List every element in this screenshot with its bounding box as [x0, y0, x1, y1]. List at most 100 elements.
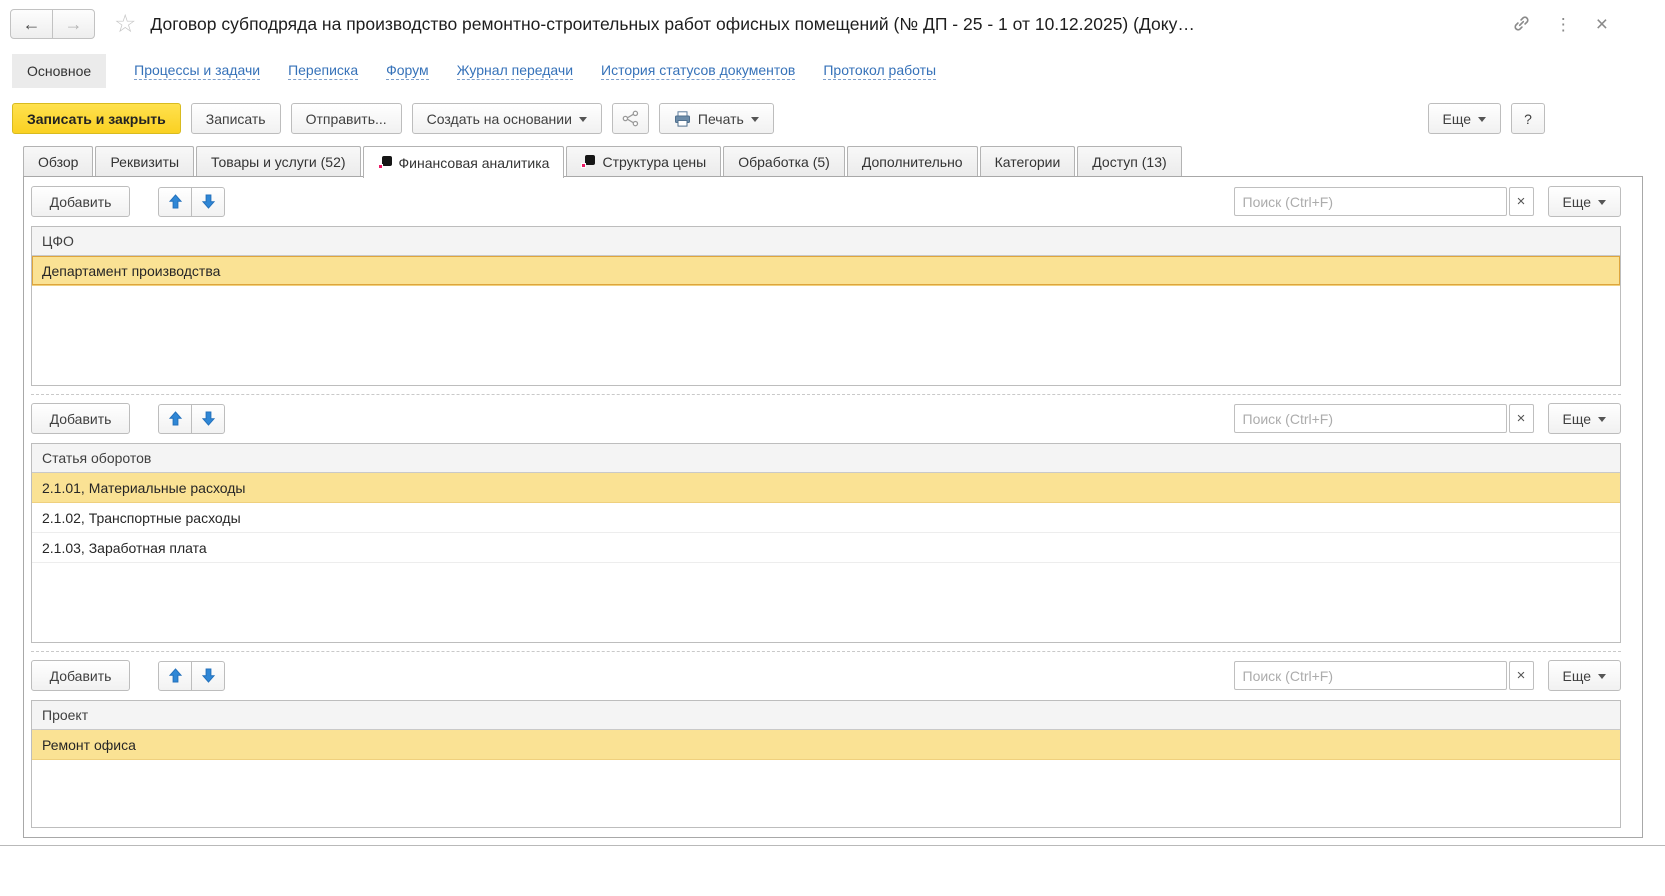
tab-label: Обзор	[38, 154, 78, 170]
forward-button[interactable]: →	[52, 9, 95, 39]
more-label: Еще	[1563, 668, 1592, 684]
page-title: Договор субподряда на производство ремон…	[150, 14, 1194, 35]
chevron-down-icon	[579, 117, 587, 122]
tab-price-structure[interactable]: Структура цены	[566, 146, 721, 176]
tab-label: Структура цены	[602, 154, 706, 170]
search-input[interactable]	[1234, 187, 1507, 216]
back-button[interactable]: ←	[10, 9, 53, 39]
nav-item-correspondence[interactable]: Переписка	[288, 62, 358, 80]
tab-requisites[interactable]: Реквизиты	[95, 146, 194, 176]
print-button[interactable]: Печать	[659, 103, 774, 134]
arrow-down-icon	[202, 194, 215, 209]
create-based-on-button[interactable]: Создать на основании	[412, 103, 602, 134]
cfo-toolbar: Добавить × Еще	[31, 186, 1621, 217]
move-up-button[interactable]	[158, 187, 192, 217]
nav-item-transfer-log[interactable]: Журнал передачи	[457, 62, 573, 80]
kebab-menu-icon[interactable]: ⋮	[1555, 16, 1572, 33]
add-button[interactable]: Добавить	[31, 660, 130, 691]
clear-search-button[interactable]: ×	[1509, 187, 1534, 216]
search-input[interactable]	[1234, 661, 1507, 690]
more-button[interactable]: Еще	[1428, 103, 1502, 134]
move-buttons	[158, 661, 225, 691]
clear-search-button[interactable]: ×	[1509, 404, 1534, 433]
nav-item-forum[interactable]: Форум	[386, 62, 429, 80]
nav-item-status-history[interactable]: История статусов документов	[601, 62, 795, 80]
nav-item-work-protocol[interactable]: Протокол работы	[823, 62, 936, 80]
move-down-button[interactable]	[191, 661, 225, 691]
favorite-star-icon[interactable]: ☆	[114, 12, 136, 37]
send-button[interactable]: Отправить...	[291, 103, 402, 134]
table-row[interactable]: 2.1.02, Транспортные расходы	[32, 503, 1620, 533]
tab-categories[interactable]: Категории	[980, 146, 1076, 176]
search-input[interactable]	[1234, 404, 1507, 433]
command-bar: Записать и закрыть Записать Отправить...…	[12, 103, 1545, 134]
more-label: Еще	[1443, 111, 1472, 127]
tab-goods-services[interactable]: Товары и услуги (52)	[196, 146, 360, 176]
move-up-button[interactable]	[158, 661, 192, 691]
project-table[interactable]: Проект Ремонт офиса	[31, 700, 1621, 828]
chevron-down-icon	[751, 117, 759, 122]
save-and-close-button[interactable]: Записать и закрыть	[12, 103, 181, 134]
move-buttons	[158, 187, 225, 217]
more-label: Еще	[1563, 194, 1592, 210]
add-button[interactable]: Добавить	[31, 186, 130, 217]
share-icon	[622, 110, 639, 127]
search-group: × Еще	[1234, 186, 1622, 217]
move-down-button[interactable]	[191, 187, 225, 217]
document-tabs: Обзор Реквизиты Товары и услуги (52) Фин…	[23, 146, 1184, 178]
clear-search-button[interactable]: ×	[1509, 661, 1534, 690]
arrow-down-icon	[202, 411, 215, 426]
window-titlebar: ← → ☆ Договор субподряда на производство…	[10, 6, 1658, 42]
help-button[interactable]: ?	[1511, 103, 1545, 134]
forward-arrow-icon: →	[65, 14, 83, 35]
tab-financial-analytics[interactable]: Финансовая аналитика	[363, 146, 565, 178]
table-part-icon	[378, 156, 392, 169]
section-more-button[interactable]: Еще	[1548, 186, 1622, 217]
table-row[interactable]: Ремонт офиса	[32, 730, 1620, 760]
tab-processing[interactable]: Обработка (5)	[723, 146, 845, 176]
tab-label: Обработка (5)	[738, 154, 830, 170]
search-group: × Еще	[1234, 403, 1622, 434]
column-header-cfo[interactable]: ЦФО	[32, 227, 1620, 256]
tab-label: Категории	[995, 154, 1061, 170]
table-row[interactable]: 2.1.03, Заработная плата	[32, 533, 1620, 563]
section-more-button[interactable]: Еще	[1548, 660, 1622, 691]
cfo-table[interactable]: ЦФО Департамент производства	[31, 226, 1621, 386]
financial-analytics-panel: Добавить × Еще ЦФО Департамент производс…	[23, 176, 1643, 838]
arrow-up-icon	[169, 411, 182, 426]
move-down-button[interactable]	[191, 404, 225, 434]
tab-label: Финансовая аналитика	[399, 155, 550, 171]
arrow-up-icon	[169, 668, 182, 683]
turnover-table[interactable]: Статья оборотов 2.1.01, Материальные рас…	[31, 443, 1621, 643]
print-label: Печать	[698, 111, 744, 127]
save-button[interactable]: Записать	[191, 103, 281, 134]
history-nav-buttons: ← →	[10, 9, 95, 39]
tab-access[interactable]: Доступ (13)	[1077, 146, 1181, 176]
link-icon[interactable]	[1512, 14, 1531, 35]
move-up-button[interactable]	[158, 404, 192, 434]
printer-icon	[674, 111, 691, 127]
nav-item-processes[interactable]: Процессы и задачи	[134, 62, 260, 80]
share-button[interactable]	[612, 103, 649, 134]
section-more-button[interactable]: Еще	[1548, 403, 1622, 434]
nav-item-main[interactable]: Основное	[12, 54, 106, 88]
table-row[interactable]: Департамент производства	[32, 256, 1620, 286]
add-button[interactable]: Добавить	[31, 403, 130, 434]
chevron-down-icon	[1598, 200, 1606, 205]
tab-overview[interactable]: Обзор	[23, 146, 93, 176]
window-bottom-edge	[0, 845, 1665, 846]
section-divider	[31, 651, 1621, 652]
search-group: × Еще	[1234, 660, 1622, 691]
close-icon[interactable]: ×	[1596, 14, 1608, 35]
column-header-project[interactable]: Проект	[32, 701, 1620, 730]
arrow-down-icon	[202, 668, 215, 683]
create-based-on-label: Создать на основании	[427, 111, 572, 127]
tab-label: Товары и услуги (52)	[211, 154, 345, 170]
section-divider	[31, 394, 1621, 395]
tab-additional[interactable]: Дополнительно	[847, 146, 978, 176]
turnover-toolbar: Добавить × Еще	[31, 403, 1621, 434]
column-header-turnover[interactable]: Статья оборотов	[32, 444, 1620, 473]
chevron-down-icon	[1598, 417, 1606, 422]
table-row[interactable]: 2.1.01, Материальные расходы	[32, 473, 1620, 503]
section-nav: Основное Процессы и задачи Переписка Фор…	[12, 52, 936, 89]
